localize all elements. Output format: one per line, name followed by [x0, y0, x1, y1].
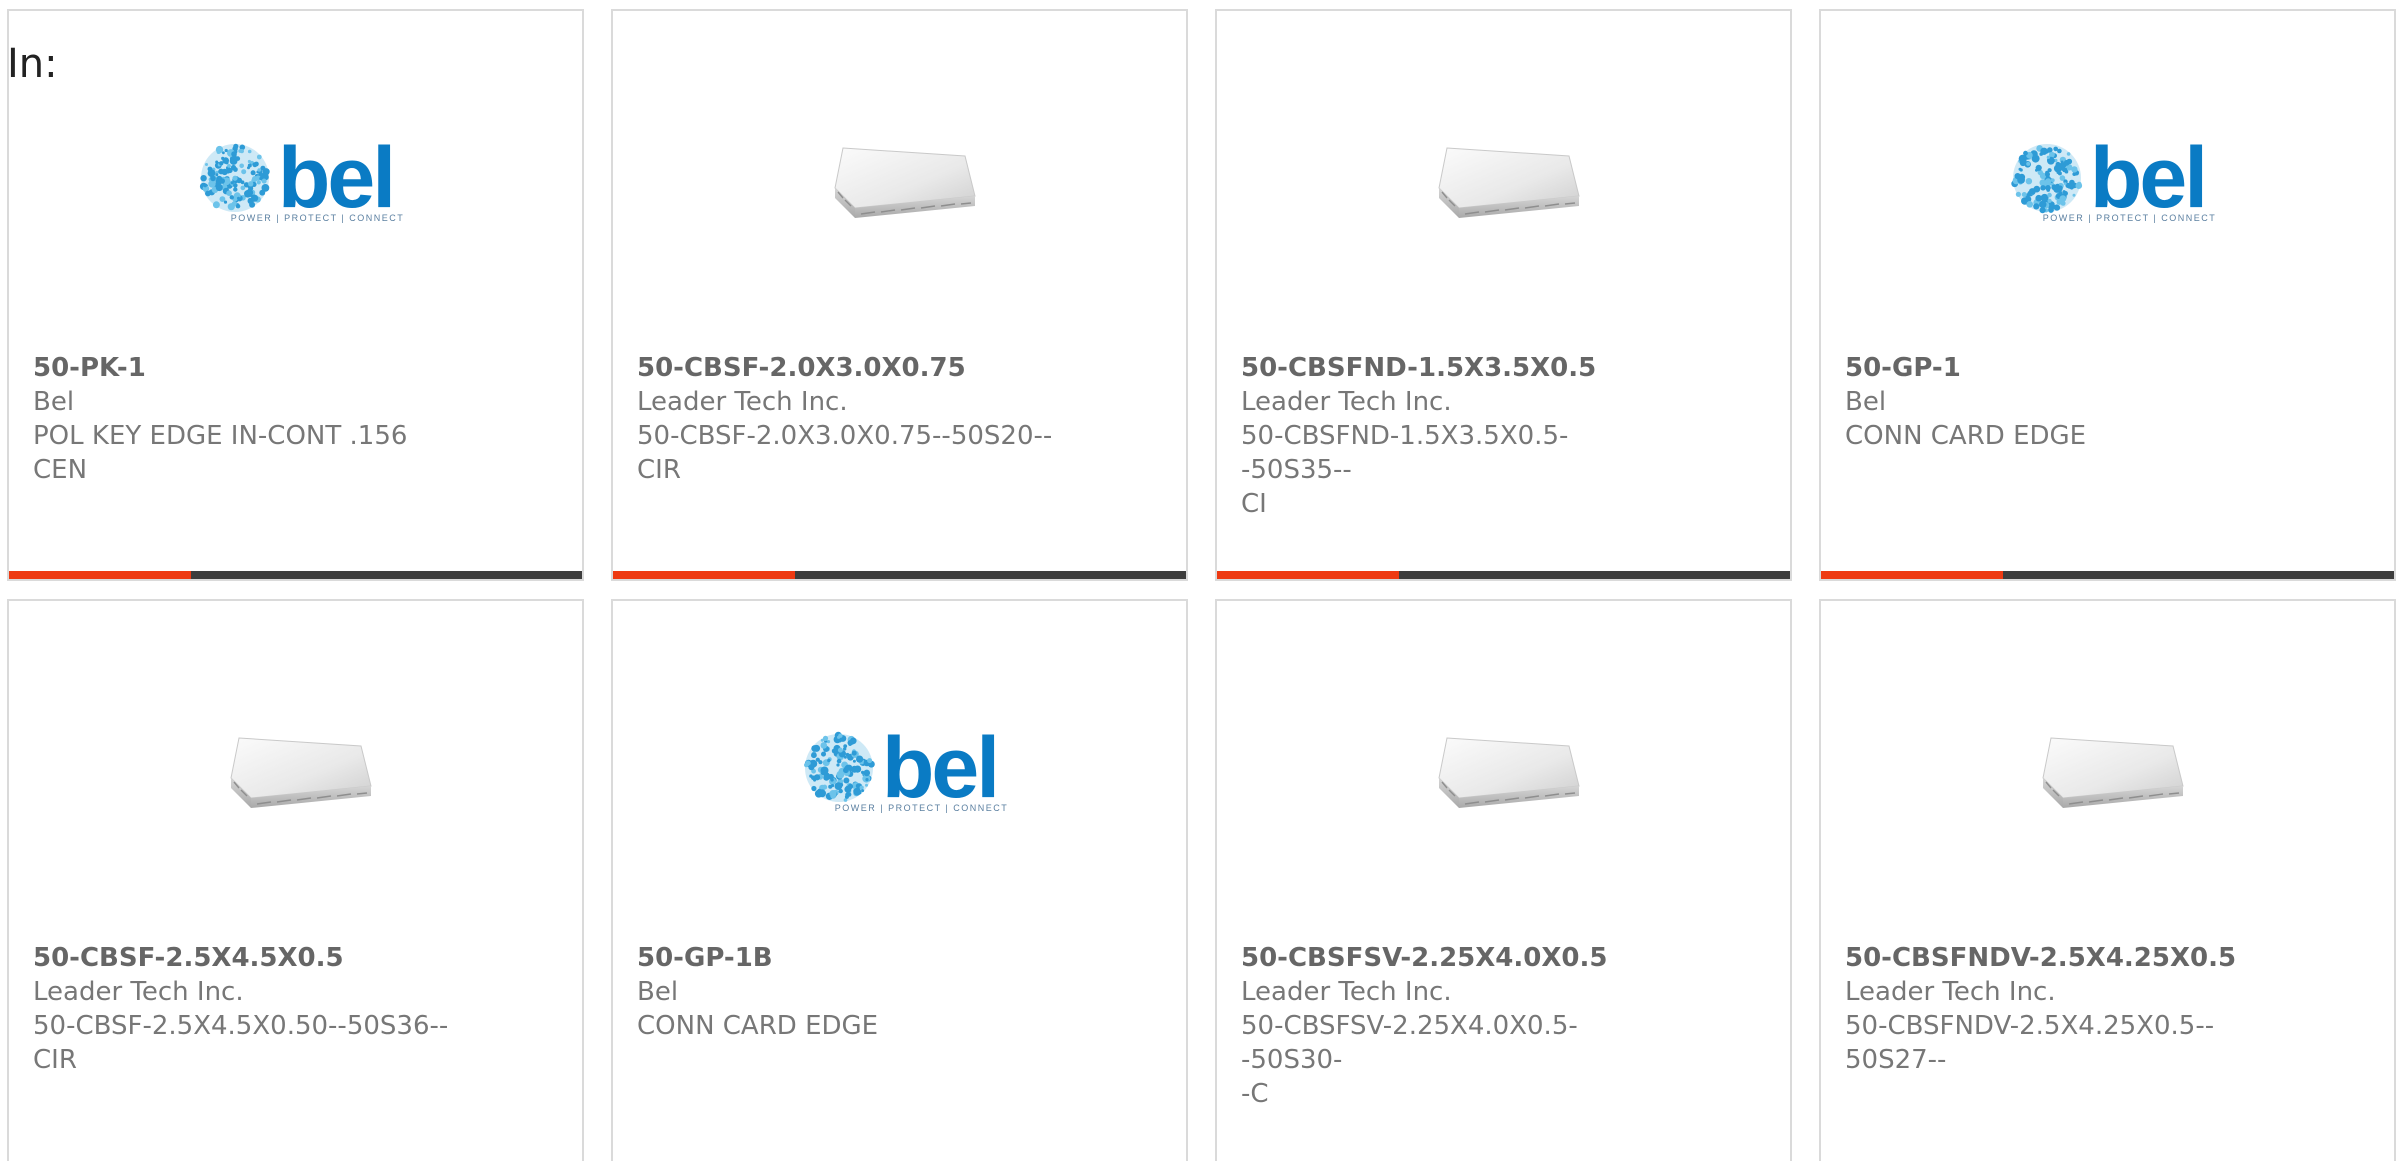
product-card[interactable]: bel POWER | PROTECT | CONNECT 50-PK-1 Bel PO… — [7, 9, 584, 581]
product-thumbnail[interactable] — [9, 711, 582, 831]
product-info: 50-GP-1B Bel CONN CARD EDGE — [637, 941, 1057, 1043]
bel-logo: bel POWER | PROTECT | CONNECT — [187, 130, 405, 226]
bel-tagline: POWER | PROTECT | CONNECT — [230, 213, 405, 223]
product-description-line1: 50-CBSFND-1.5X3.5X0.5--50S35-- — [1241, 421, 1569, 485]
card-progress-accent — [1821, 571, 2003, 579]
product-description-line1: CONN CARD EDGE — [1845, 421, 2087, 451]
product-thumbnail[interactable] — [1217, 711, 1790, 831]
product-card[interactable]: bel POWER | PROTECT | CONNECT 50-GP-1 Bel CO… — [1819, 9, 2396, 581]
part-number[interactable]: 50-CBSF-2.0X3.0X0.75 — [637, 351, 1057, 385]
manufacturer-name: Leader Tech Inc. — [637, 387, 848, 417]
product-results-page: In: bel POWER | PROTECT | CONNECT 50-PK-1 B… — [0, 0, 2400, 1161]
part-number[interactable]: 50-CBSFND-1.5X3.5X0.5 — [1241, 351, 1661, 385]
card-progress-accent — [613, 571, 795, 579]
product-description-line1: POL KEY EDGE IN-CONT .156 — [33, 421, 408, 451]
part-number[interactable]: 50-CBSFNDV-2.5X4.25X0.5 — [1845, 941, 2265, 975]
product-thumbnail[interactable]: bel POWER | PROTECT | CONNECT — [9, 121, 582, 241]
product-description-line1: 50-CBSFSV-2.25X4.0X0.5--50S30- — [1241, 1011, 1578, 1075]
shield-can-image — [1437, 737, 1580, 808]
product-card[interactable]: 50-CBSF-2.0X3.0X0.75 Leader Tech Inc. 50-C… — [611, 9, 1188, 581]
card-progress-bar — [1217, 571, 1790, 579]
product-description-line1: CONN CARD EDGE — [637, 1011, 879, 1041]
product-grid: bel POWER | PROTECT | CONNECT 50-PK-1 Bel PO… — [0, 0, 2400, 1161]
product-description-line2: CIR — [637, 455, 681, 485]
part-number[interactable]: 50-GP-1 — [1845, 351, 2265, 385]
bel-wordmark: bel — [277, 130, 396, 226]
bel-tagline: POWER | PROTECT | CONNECT — [2042, 213, 2217, 223]
card-progress-accent — [1217, 571, 1399, 579]
product-info: 50-CBSFSV-2.25X4.0X0.5 Leader Tech Inc. 50… — [1241, 941, 1661, 1111]
product-description-line2: -C — [1241, 1079, 1269, 1109]
product-card[interactable]: 50-CBSF-2.5X4.5X0.5 Leader Tech Inc. 50-CB… — [7, 599, 584, 1161]
part-number[interactable]: 50-CBSFSV-2.25X4.0X0.5 — [1241, 941, 1661, 975]
part-number[interactable]: 50-PK-1 — [33, 351, 453, 385]
manufacturer-name: Leader Tech Inc. — [33, 977, 244, 1007]
product-description-line2: CI — [1241, 489, 1267, 519]
product-info: 50-GP-1 Bel CONN CARD EDGE — [1845, 351, 2265, 453]
bel-globe-icon — [803, 731, 875, 802]
product-thumbnail[interactable] — [613, 121, 1186, 241]
filter-in-label: In: — [7, 41, 58, 87]
manufacturer-name: Leader Tech Inc. — [1241, 387, 1452, 417]
shield-can-image — [1437, 147, 1580, 218]
part-number[interactable]: 50-GP-1B — [637, 941, 1057, 975]
bel-wordmark: bel — [881, 720, 1000, 816]
product-info: 50-PK-1 Bel POL KEY EDGE IN-CONT .156 CEN — [33, 351, 453, 487]
product-description-line1: 50-CBSF-2.5X4.5X0.50--50S36-- — [33, 1011, 449, 1041]
product-description-line2: CIR — [33, 1045, 77, 1075]
product-card[interactable]: 50-CBSFSV-2.25X4.0X0.5 Leader Tech Inc. 50… — [1215, 599, 1792, 1161]
bel-wordmark: bel — [2089, 130, 2208, 226]
product-info: 50-CBSF-2.5X4.5X0.5 Leader Tech Inc. 50-CB… — [33, 941, 453, 1077]
shield-can-image — [833, 147, 976, 218]
product-card[interactable]: bel POWER | PROTECT | CONNECT 50-GP-1B Bel C… — [611, 599, 1188, 1161]
product-description-line1: 50-CBSF-2.0X3.0X0.75--50S20-- — [637, 421, 1053, 451]
product-description-line2: CEN — [33, 455, 88, 485]
product-description-line1: 50-CBSFNDV-2.5X4.25X0.5-- — [1845, 1011, 2215, 1041]
shield-can-image — [229, 737, 372, 808]
manufacturer-name: Leader Tech Inc. — [1241, 977, 1452, 1007]
product-thumbnail[interactable] — [1821, 711, 2394, 831]
card-progress-bar — [9, 571, 582, 579]
product-card[interactable]: 50-CBSFNDV-2.5X4.25X0.5 Leader Tech Inc. 5… — [1819, 599, 2396, 1161]
part-number[interactable]: 50-CBSF-2.5X4.5X0.5 — [33, 941, 453, 975]
bel-logo: bel POWER | PROTECT | CONNECT — [1999, 130, 2217, 226]
product-thumbnail[interactable]: bel POWER | PROTECT | CONNECT — [613, 711, 1186, 831]
shield-can-image — [2041, 737, 2184, 808]
product-thumbnail[interactable] — [1217, 121, 1790, 241]
bel-globe-icon — [2011, 144, 2082, 214]
product-info: 50-CBSFNDV-2.5X4.25X0.5 Leader Tech Inc. 5… — [1845, 941, 2265, 1077]
bel-logo: bel POWER | PROTECT | CONNECT — [791, 720, 1009, 816]
card-progress-bar — [1821, 571, 2394, 579]
card-progress-accent — [9, 571, 191, 579]
manufacturer-name: Bel — [1845, 387, 1887, 417]
manufacturer-name: Leader Tech Inc. — [1845, 977, 2056, 1007]
product-info: 50-CBSF-2.0X3.0X0.75 Leader Tech Inc. 50-C… — [637, 351, 1057, 487]
card-progress-bar — [613, 571, 1186, 579]
product-info: 50-CBSFND-1.5X3.5X0.5 Leader Tech Inc. 50-… — [1241, 351, 1661, 521]
manufacturer-name: Bel — [33, 387, 75, 417]
product-card[interactable]: 50-CBSFND-1.5X3.5X0.5 Leader Tech Inc. 50-… — [1215, 9, 1792, 581]
product-description-line2: 50S27-- — [1845, 1045, 1947, 1075]
bel-globe-icon — [199, 143, 270, 212]
manufacturer-name: Bel — [637, 977, 679, 1007]
bel-tagline: POWER | PROTECT | CONNECT — [834, 803, 1009, 813]
product-thumbnail[interactable]: bel POWER | PROTECT | CONNECT — [1821, 121, 2394, 241]
